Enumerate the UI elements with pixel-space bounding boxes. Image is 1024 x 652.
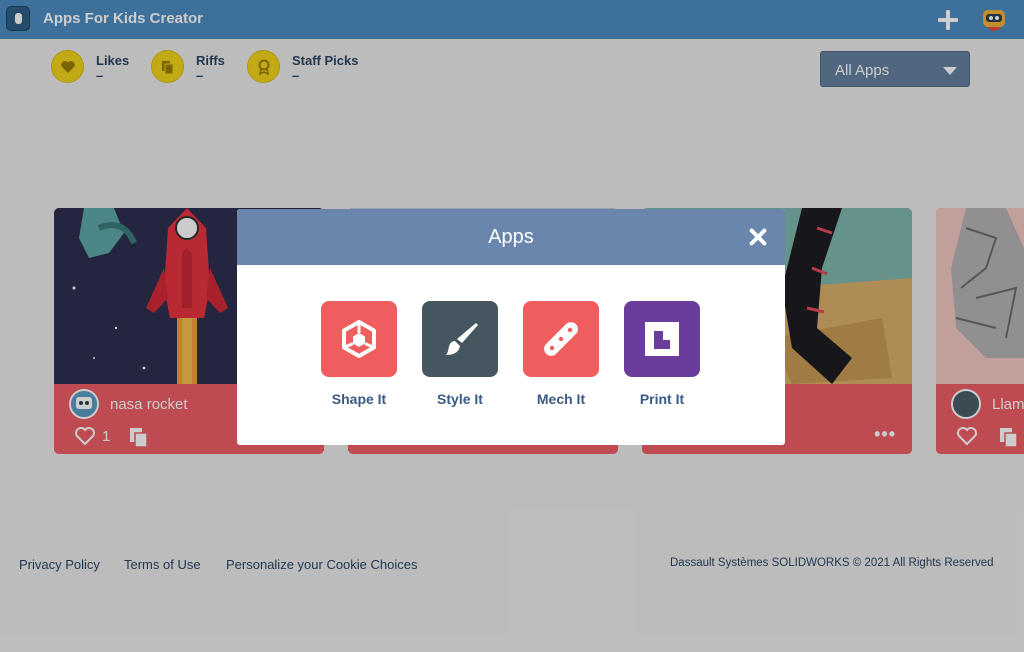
modal-header: Apps	[237, 209, 785, 265]
shape-it-app-button[interactable]	[321, 301, 397, 377]
print-it-app-button[interactable]	[624, 301, 700, 377]
cube-icon	[342, 320, 376, 358]
apps-modal: Apps Shape It Style It Mech It Print It	[237, 209, 785, 445]
mech-it-app-button[interactable]	[523, 301, 599, 377]
style-it-app-button[interactable]	[422, 301, 498, 377]
print-it-label[interactable]: Print It	[612, 391, 712, 407]
close-icon[interactable]	[746, 225, 770, 249]
print-frame-icon	[645, 322, 679, 356]
link-bar-icon	[544, 322, 578, 356]
paintbrush-icon	[446, 323, 478, 355]
shape-it-label[interactable]: Shape It	[309, 391, 409, 407]
style-it-label[interactable]: Style It	[410, 391, 510, 407]
mech-it-label[interactable]: Mech It	[511, 391, 611, 407]
modal-title: Apps	[488, 226, 534, 248]
